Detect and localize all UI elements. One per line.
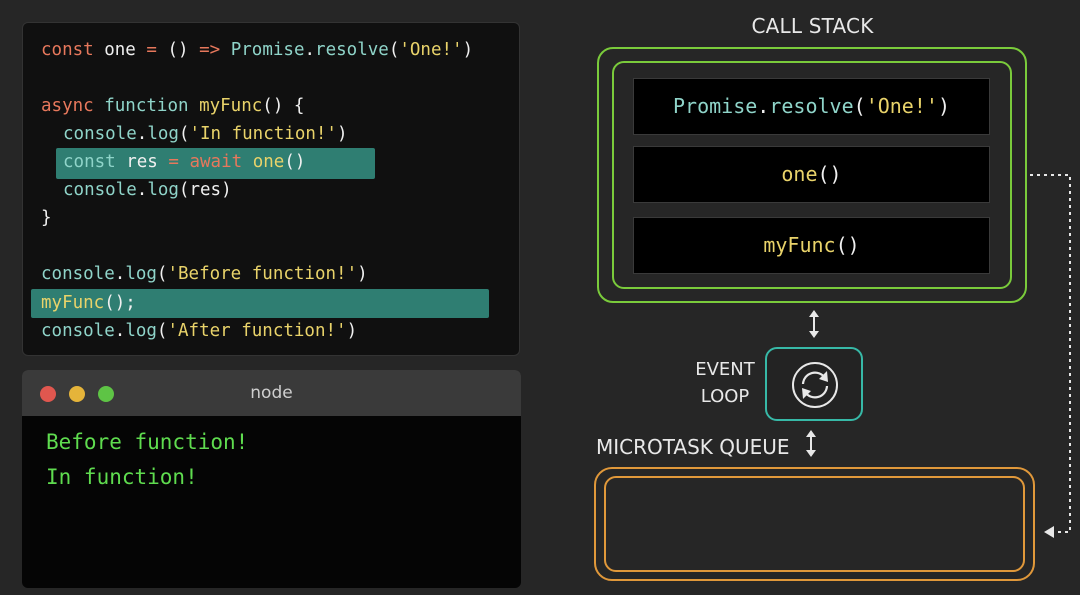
event-loop-label-line2: LOOP <box>700 386 750 407</box>
double-arrow-stack-loop-icon <box>809 310 819 338</box>
microtask-queue-label: MICROTASK QUEUE <box>596 435 790 459</box>
code-line-4: console.log('In function!') <box>63 124 348 144</box>
terminal-title-bar: node <box>22 370 521 416</box>
refresh-cycle-icon <box>792 362 838 408</box>
terminal-output-line: In function! <box>46 465 198 489</box>
code-line-6: console.log(res) <box>63 180 232 200</box>
code-line-9: console.log('Before function!') <box>41 264 368 284</box>
code-line-1: const one = () => Promise.resolve('One!'… <box>41 40 474 60</box>
code-line-5: const res = await one() <box>63 152 306 172</box>
call-stack-label: CALL STACK <box>751 14 874 38</box>
code-line-10: myFunc(); <box>41 293 136 313</box>
stack-frame-one: one() <box>633 146 990 203</box>
code-editor: const one = () => Promise.resolve('One!'… <box>22 22 520 356</box>
terminal-title: node <box>250 383 293 403</box>
event-loop-box <box>765 347 863 421</box>
microtask-queue-inner-border <box>604 476 1025 572</box>
event-loop-label-line1: EVENT <box>695 359 755 380</box>
stack-frame-myfunc: myFunc() <box>633 217 990 274</box>
terminal-window: node Before function! In function! <box>22 370 521 588</box>
double-arrow-loop-queue-icon <box>806 430 816 457</box>
code-line-3: async function myFunc() { <box>41 96 305 116</box>
stack-frame-promise-resolve: Promise.resolve('One!') <box>633 78 990 135</box>
code-line-7: } <box>41 208 52 228</box>
event-loop-label: EVENT LOOP <box>680 356 770 410</box>
code-line-11: console.log('After function!') <box>41 321 358 341</box>
terminal-output-line: Before function! <box>46 430 249 454</box>
dashed-arrow-stack-to-queue-icon <box>1030 174 1071 538</box>
